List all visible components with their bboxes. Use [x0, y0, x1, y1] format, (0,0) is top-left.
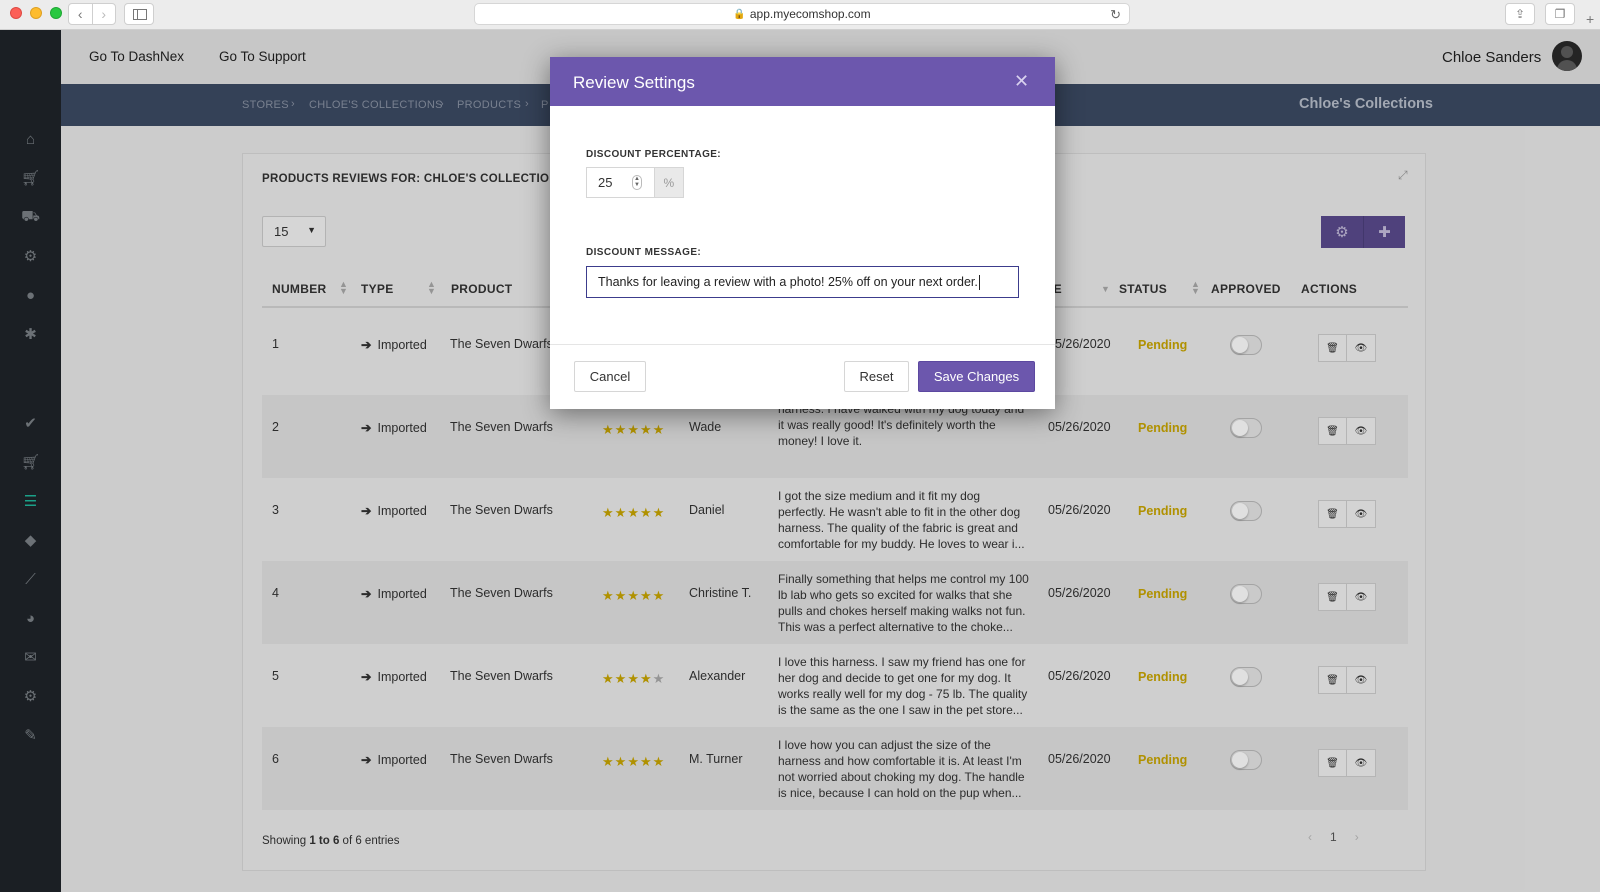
- reload-icon[interactable]: ↻: [1110, 7, 1121, 23]
- close-window-button[interactable]: [10, 7, 22, 19]
- discount-message-value: Thanks for leaving a review with a photo…: [598, 275, 978, 289]
- tabs-overview-icon[interactable]: ❐: [1545, 3, 1575, 25]
- modal-footer-divider: [550, 344, 1055, 345]
- forward-icon[interactable]: ›: [91, 4, 116, 24]
- zoom-window-button[interactable]: [50, 7, 62, 19]
- share-icon[interactable]: ⇪: [1505, 3, 1535, 25]
- new-tab-icon[interactable]: +: [1586, 11, 1594, 27]
- sidebar-toggle-icon[interactable]: [124, 3, 154, 25]
- lock-icon: 🔒: [733, 8, 746, 20]
- stepper-icon[interactable]: ▲ ▼: [632, 175, 642, 190]
- percent-addon: %: [653, 168, 683, 197]
- browser-toolbar: ‹ › 🔒 app.myecomshop.com ↻ ⇪ ❐ +: [0, 0, 1600, 30]
- reset-button[interactable]: Reset: [844, 361, 909, 392]
- url-text: app.myecomshop.com: [749, 7, 871, 21]
- minimize-window-button[interactable]: [30, 7, 42, 19]
- back-icon[interactable]: ‹: [69, 4, 92, 24]
- discount-percentage-label: DISCOUNT PERCENTAGE:: [586, 149, 722, 160]
- discount-percentage-value: 25: [598, 175, 613, 190]
- review-settings-modal: Review Settings ✕ DISCOUNT PERCENTAGE: 2…: [550, 57, 1055, 409]
- discount-percentage-input[interactable]: 25 ▲ ▼: [587, 168, 654, 197]
- history-nav: ‹ ›: [68, 3, 116, 25]
- close-icon[interactable]: ✕: [1014, 71, 1029, 92]
- modal-title: Review Settings: [573, 73, 695, 92]
- discount-percentage-field: 25 ▲ ▼ %: [586, 167, 684, 198]
- modal-header: Review Settings ✕: [550, 57, 1055, 106]
- cancel-button[interactable]: Cancel: [574, 361, 646, 392]
- save-changes-button[interactable]: Save Changes: [918, 361, 1035, 392]
- discount-message-label: DISCOUNT MESSAGE:: [586, 247, 702, 258]
- discount-message-input[interactable]: Thanks for leaving a review with a photo…: [586, 266, 1019, 298]
- text-cursor: [978, 274, 980, 290]
- address-bar[interactable]: 🔒 app.myecomshop.com ↻: [474, 3, 1130, 25]
